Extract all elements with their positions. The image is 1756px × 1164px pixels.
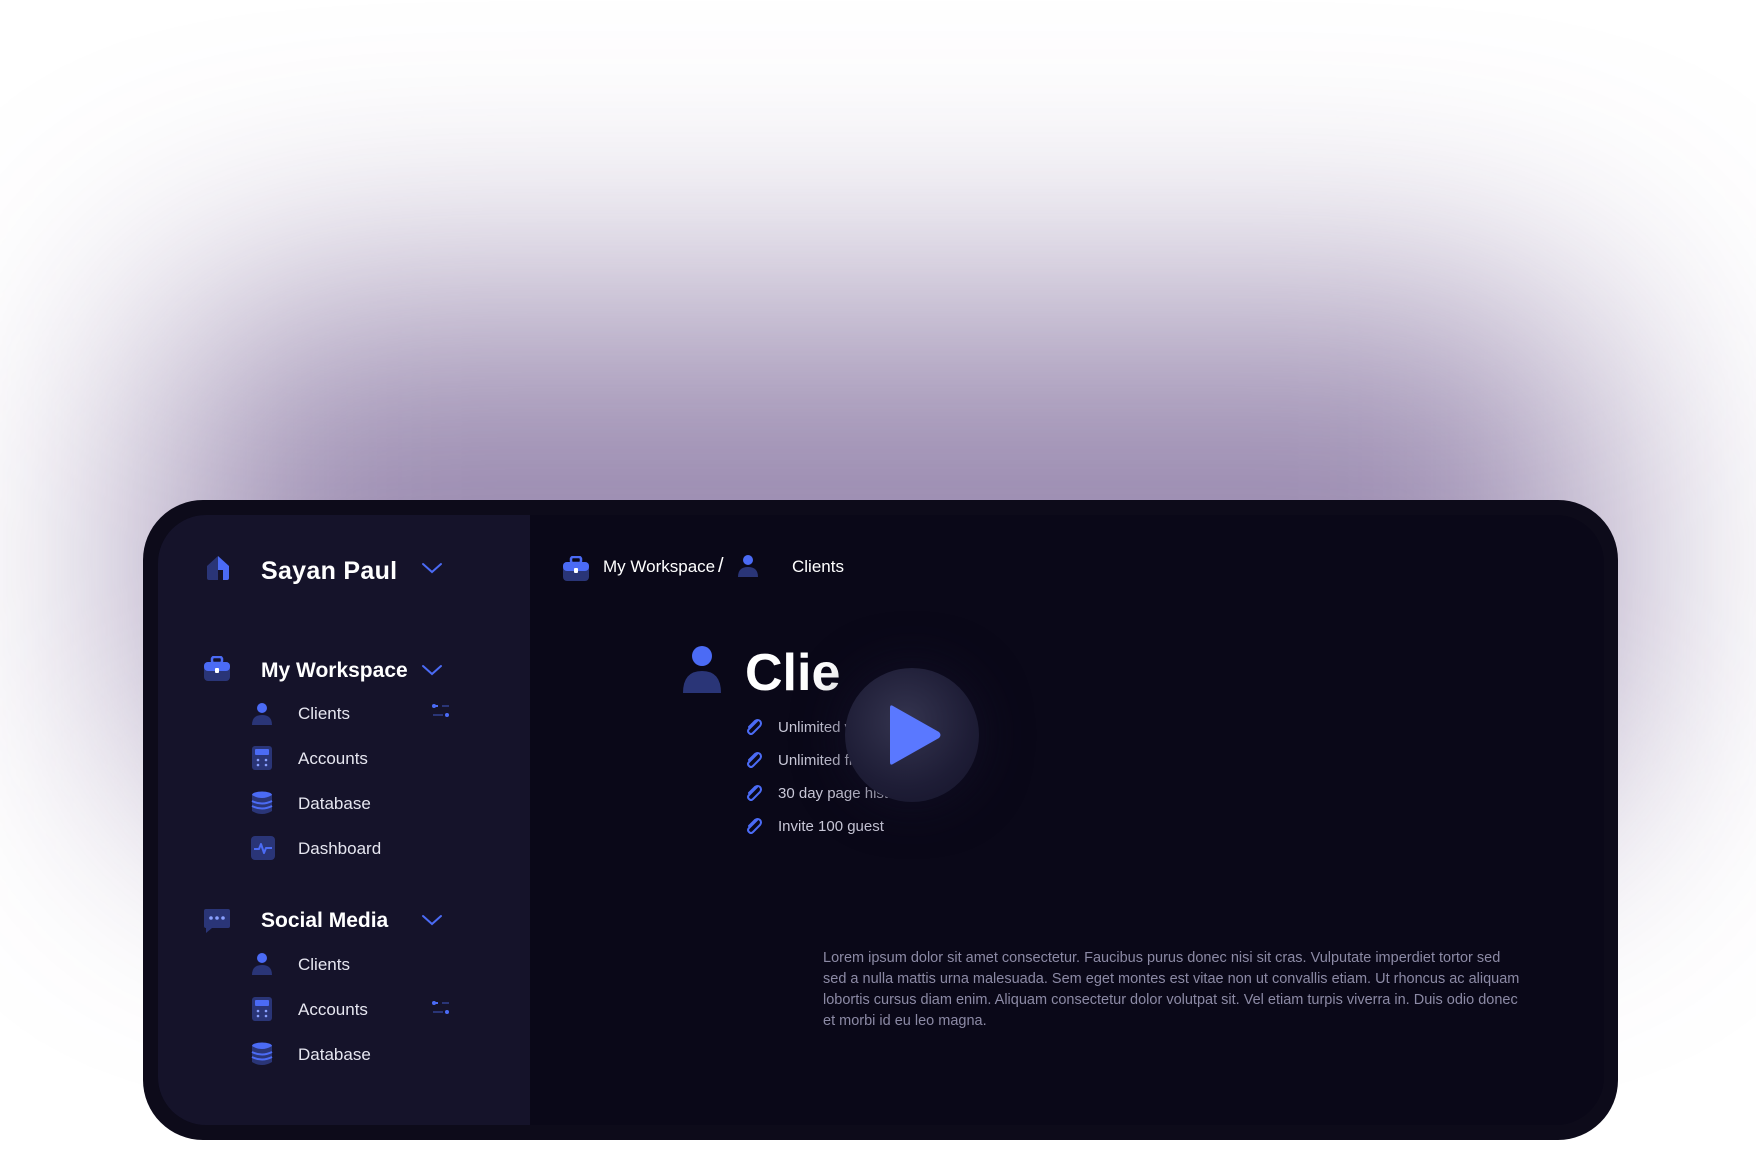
sidebar-item-dashboard[interactable]: Dashboard: [298, 839, 381, 859]
user-menu-chevron-down-icon[interactable]: [421, 561, 443, 580]
sidebar: Sayan Paul My Workspace Clients Accounts…: [158, 515, 530, 1125]
briefcase-icon: [203, 655, 231, 687]
calculator-icon: [251, 745, 273, 776]
paperclip-icon: [745, 751, 763, 774]
sidebar-item-clients[interactable]: Clients: [298, 704, 350, 724]
breadcrumb-separator: /: [718, 555, 724, 577]
page-title: Clie: [745, 644, 841, 702]
section-title-social-media[interactable]: Social Media: [261, 909, 388, 933]
play-video-button[interactable]: [845, 668, 979, 802]
sidebar-item-accounts[interactable]: Accounts: [298, 749, 368, 769]
breadcrumb-user-icon: [737, 554, 759, 583]
database-icon: [251, 791, 273, 820]
user-name: Sayan Paul: [261, 557, 398, 585]
calculator-icon: [251, 996, 273, 1027]
user-icon: [251, 702, 273, 731]
activity-icon: [251, 836, 275, 865]
chat-icon: [203, 908, 231, 939]
paperclip-icon: [745, 817, 763, 840]
user-icon: [251, 952, 273, 981]
description-text: Lorem ipsum dolor sit amet consectetur. …: [823, 950, 1520, 1029]
sidebar-item-accounts[interactable]: Accounts: [298, 1000, 368, 1020]
stage: Sayan Paul My Workspace Clients Accounts…: [0, 0, 1756, 1164]
feature-item: Invite 100 guest: [778, 818, 884, 835]
paperclip-icon: [745, 718, 763, 741]
section-title-my-workspace[interactable]: My Workspace: [261, 659, 408, 683]
feature-item: Unlimited w: [778, 719, 856, 736]
sidebar-item-clients[interactable]: Clients: [298, 955, 350, 975]
paperclip-icon: [745, 784, 763, 807]
filter-settings-icon[interactable]: [431, 703, 451, 724]
sidebar-item-database[interactable]: Database: [298, 1045, 371, 1065]
database-icon: [251, 1042, 273, 1071]
breadcrumb-my-workspace[interactable]: My Workspace: [603, 557, 715, 577]
page-user-icon: [681, 645, 723, 700]
filter-settings-icon[interactable]: [431, 1000, 451, 1021]
user-logo-icon: [204, 554, 232, 587]
sidebar-item-database[interactable]: Database: [298, 794, 371, 814]
main-content: My Workspace / Clients Clie Unlimited w …: [530, 515, 1604, 1125]
my-workspace-chevron-down-icon[interactable]: [421, 663, 443, 682]
play-icon: [890, 705, 941, 765]
breadcrumb-briefcase-icon: [562, 555, 590, 587]
app-screen: Sayan Paul My Workspace Clients Accounts…: [158, 515, 1604, 1125]
breadcrumb-clients[interactable]: Clients: [792, 557, 844, 577]
social-media-chevron-down-icon[interactable]: [421, 913, 443, 932]
